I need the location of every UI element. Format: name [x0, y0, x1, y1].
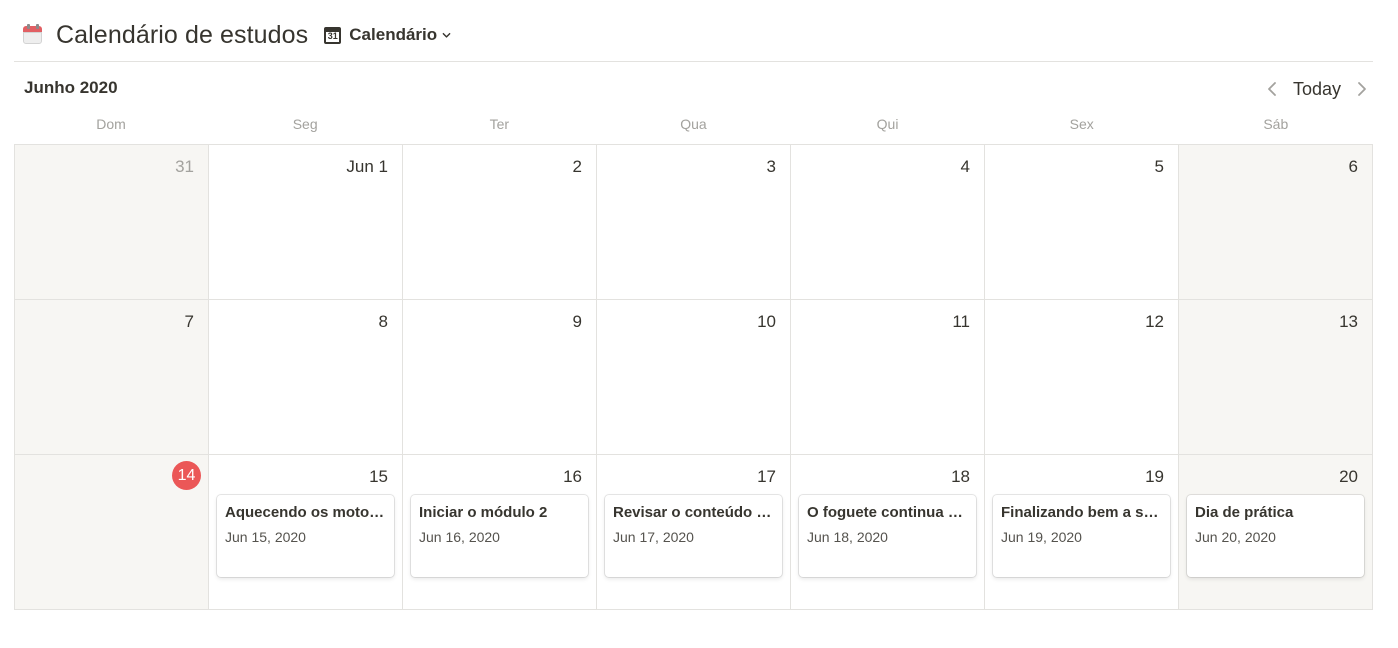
calendar-day-cell[interactable]: 31 — [15, 145, 209, 300]
event-title: Revisar o conteúdo q... — [613, 504, 774, 521]
calendar-day-cell[interactable]: 10 — [597, 300, 791, 455]
day-number: 8 — [378, 312, 388, 331]
view-switcher-button[interactable]: 31 Calendário — [324, 25, 451, 45]
day-number: 5 — [1154, 157, 1164, 176]
event-card[interactable]: Iniciar o módulo 2 Jun 16, 2020 — [411, 495, 588, 577]
day-number: 17 — [757, 467, 776, 486]
calendar-day-cell[interactable]: 19 Finalizando bem a se... Jun 19, 2020 — [985, 455, 1179, 610]
event-title: Dia de prática — [1195, 504, 1294, 521]
day-number: 15 — [369, 467, 388, 486]
event-date: Jun 20, 2020 — [1195, 529, 1276, 545]
weekday-label: Ter — [489, 116, 510, 132]
header-divider — [14, 61, 1373, 62]
day-number: 7 — [184, 312, 194, 331]
calendar-emoji-icon[interactable] — [22, 24, 44, 46]
weekday-header-row: Dom Seg Ter Qua Qui Sex Sáb — [14, 116, 1373, 132]
day-number: 12 — [1145, 312, 1164, 331]
previous-month-button[interactable] — [1261, 78, 1283, 100]
event-card[interactable]: Finalizando bem a se... Jun 19, 2020 — [993, 495, 1170, 577]
event-title: O foguete continua su... — [807, 504, 968, 521]
calendar-day-cell[interactable]: 5 — [985, 145, 1179, 300]
day-number: 6 — [1348, 157, 1358, 176]
event-date: Jun 16, 2020 — [419, 529, 500, 545]
calendar-day-cell[interactable]: 9 — [403, 300, 597, 455]
page-title[interactable]: Calendário de estudos — [56, 21, 308, 50]
event-card[interactable]: Aquecendo os motores Jun 15, 2020 — [217, 495, 394, 577]
calendar-day-cell[interactable]: Jun 1 — [209, 145, 403, 300]
calendar-day-cell[interactable]: 14 — [15, 455, 209, 610]
calendar-day-cell[interactable]: 11 — [791, 300, 985, 455]
day-number: 11 — [952, 312, 970, 331]
day-number: 3 — [766, 157, 776, 176]
calendar-day-cell[interactable]: 8 — [209, 300, 403, 455]
day-number: 10 — [757, 312, 776, 331]
calendar-grid: 31 Jun 1 2 3 4 5 6 7 8 9 10 11 12 13 14 15 Aquecendo os … — [14, 144, 1373, 610]
weekday-label: Seg — [292, 116, 318, 132]
event-date: Jun 15, 2020 — [225, 529, 306, 545]
event-card[interactable]: Revisar o conteúdo q... Jun 17, 2020 — [605, 495, 782, 577]
calendar-day-cell[interactable]: 17 Revisar o conteúdo q... Jun 17, 2020 — [597, 455, 791, 610]
next-month-button[interactable] — [1351, 78, 1373, 100]
calendar-day-cell[interactable]: 16 Iniciar o módulo 2 Jun 16, 2020 — [403, 455, 597, 610]
weekday-label: Sex — [1069, 116, 1094, 132]
day-number: 2 — [572, 157, 582, 176]
month-label: Junho 2020 — [24, 78, 118, 97]
day-number: 13 — [1339, 312, 1358, 331]
day-number: 4 — [960, 157, 970, 176]
event-title: Aquecendo os motores — [225, 504, 386, 521]
day-number: 20 — [1339, 467, 1358, 486]
event-date: Jun 17, 2020 — [613, 529, 694, 545]
day-number: 31 — [175, 157, 194, 176]
page-header: Calendário de estudos 31 Calendário — [22, 18, 451, 52]
calendar-day-cell[interactable]: 18 O foguete continua su... Jun 18, 2020 — [791, 455, 985, 610]
weekday-label: Dom — [96, 116, 126, 132]
chevron-left-icon — [1268, 82, 1276, 96]
day-number: 16 — [563, 467, 582, 486]
weekday-label: Qui — [876, 116, 899, 132]
calendar-view-icon: 31 — [324, 26, 342, 44]
calendar-day-cell[interactable]: 7 — [15, 300, 209, 455]
event-title: Iniciar o módulo 2 — [419, 504, 548, 521]
event-card[interactable]: Dia de prática Jun 20, 2020 — [1187, 495, 1364, 577]
day-number: Jun 1 — [346, 157, 388, 176]
weekday-label: Qua — [680, 116, 707, 132]
calendar-day-cell[interactable]: 4 — [791, 145, 985, 300]
event-title: Finalizando bem a se... — [1001, 504, 1162, 521]
weekday-label: Sáb — [1263, 116, 1289, 132]
calendar-day-cell[interactable]: 2 — [403, 145, 597, 300]
calendar-day-cell[interactable]: 3 — [597, 145, 791, 300]
day-number: 9 — [572, 312, 582, 331]
day-number: 18 — [951, 467, 970, 486]
calendar-day-cell[interactable]: 13 — [1179, 300, 1373, 455]
today-button[interactable]: Today — [1293, 79, 1341, 100]
event-card[interactable]: O foguete continua su... Jun 18, 2020 — [799, 495, 976, 577]
event-date: Jun 19, 2020 — [1001, 529, 1082, 545]
calendar-day-cell[interactable]: 12 — [985, 300, 1179, 455]
calendar-day-cell[interactable]: 20 Dia de prática Jun 20, 2020 — [1179, 455, 1373, 610]
view-switcher-label: Calendário — [349, 25, 438, 44]
chevron-right-icon — [1358, 82, 1366, 96]
today-day-badge: 14 — [172, 461, 201, 490]
day-number: 19 — [1145, 467, 1164, 486]
calendar-day-cell[interactable]: 15 Aquecendo os motores Jun 15, 2020 — [209, 455, 403, 610]
calendar-day-cell[interactable]: 6 — [1179, 145, 1373, 300]
event-date: Jun 18, 2020 — [807, 529, 888, 545]
calendar-navigation: Today — [1261, 76, 1373, 102]
chevron-down-icon — [442, 32, 451, 38]
